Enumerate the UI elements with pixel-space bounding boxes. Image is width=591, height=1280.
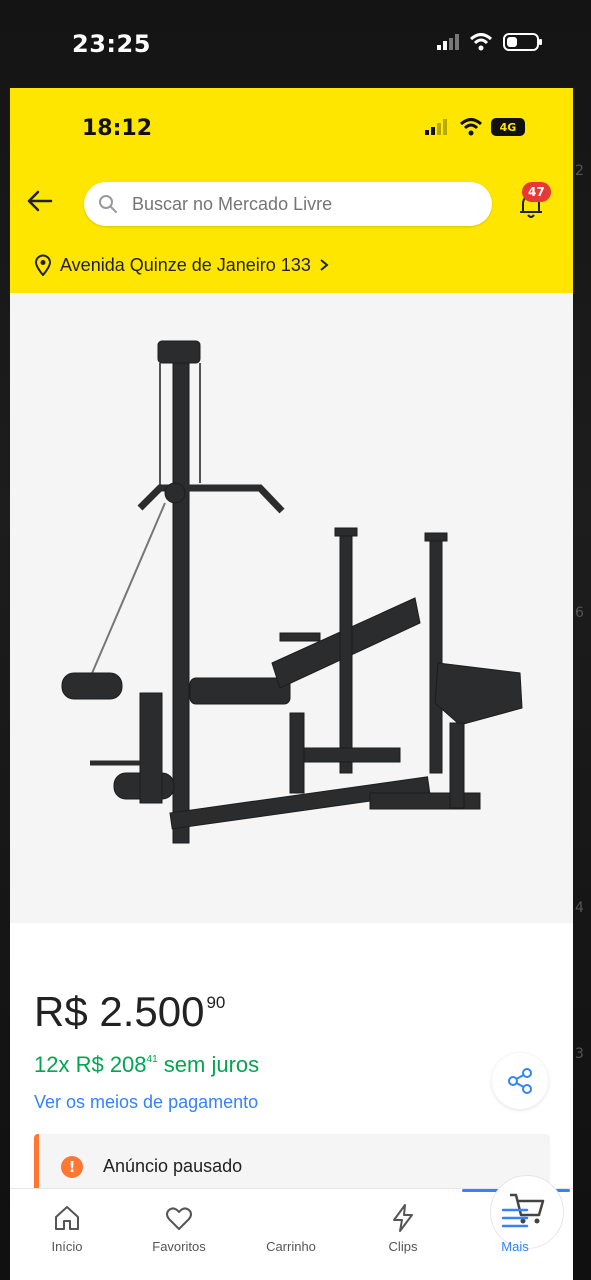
heart-icon bbox=[166, 1207, 192, 1230]
side-number: 4 bbox=[575, 900, 584, 916]
search-icon bbox=[99, 195, 117, 213]
bottom-tab-bar: Início Favoritos Carrinho Clips Mais bbox=[10, 1175, 573, 1280]
lightning-icon bbox=[393, 1204, 413, 1232]
installments: 12x R$ 208 41 sem juros bbox=[34, 1052, 259, 1078]
outer-clock: 23:25 bbox=[72, 30, 151, 58]
app-header: 18:12 4G 47 Avenida Quinze de bbox=[10, 88, 573, 293]
tab-favoritos[interactable]: Favoritos bbox=[134, 1203, 224, 1254]
delivery-address[interactable]: Avenida Quinze de Janeiro 133 bbox=[34, 254, 329, 276]
tab-label: Carrinho bbox=[266, 1239, 316, 1254]
outer-status-bar: 23:25 bbox=[0, 0, 591, 88]
paused-text: Anúncio pausado bbox=[103, 1156, 243, 1176]
price-main: R$ 2.500 bbox=[34, 988, 205, 1035]
product-image[interactable] bbox=[10, 293, 573, 1109]
share-icon bbox=[508, 1068, 532, 1094]
tab-label: Mais bbox=[501, 1239, 529, 1254]
chevron-right-icon bbox=[320, 259, 329, 271]
share-button[interactable] bbox=[492, 1053, 548, 1109]
inner-clock: 18:12 bbox=[82, 116, 153, 141]
address-text: Avenida Quinze de Janeiro 133 bbox=[60, 254, 311, 275]
side-number: 3 bbox=[575, 1046, 584, 1062]
weight-bench-image bbox=[61, 340, 523, 844]
battery-icon bbox=[503, 33, 542, 51]
notification-badge: 47 bbox=[522, 182, 551, 202]
tab-inicio[interactable]: Início bbox=[22, 1203, 112, 1254]
warning-icon: ! bbox=[61, 1156, 83, 1178]
wifi-icon bbox=[469, 33, 493, 51]
price-cents: 90 bbox=[206, 993, 226, 1012]
payment-methods-link[interactable]: Ver os meios de pagamento bbox=[34, 1092, 258, 1113]
app-screen: 18:12 4G 47 Avenida Quinze de bbox=[10, 88, 573, 1280]
battery-indicator: 4G bbox=[491, 118, 525, 136]
home-icon bbox=[55, 1206, 79, 1230]
location-pin-icon bbox=[34, 254, 52, 276]
wifi-icon bbox=[459, 118, 483, 136]
search-bar[interactable] bbox=[84, 182, 492, 226]
signal-icon bbox=[437, 34, 459, 50]
tab-label: Favoritos bbox=[152, 1239, 206, 1254]
tab-carrinho[interactable]: Carrinho bbox=[246, 1175, 564, 1254]
search-input[interactable] bbox=[132, 193, 472, 215]
installments-prefix: 12x R$ 208 bbox=[34, 1052, 147, 1077]
tab-label: Início bbox=[51, 1239, 83, 1254]
back-arrow-icon[interactable] bbox=[24, 186, 54, 216]
side-number: 6 bbox=[575, 605, 584, 621]
signal-icon bbox=[425, 119, 447, 135]
tab-label: Clips bbox=[388, 1239, 418, 1254]
tab-clips[interactable]: Clips bbox=[358, 1203, 448, 1254]
side-number: 2 bbox=[575, 163, 584, 179]
menu-icon bbox=[501, 1208, 529, 1228]
phone-screenshot: 23:25 2 6 4 3 18:12 4G Buscar no Mercado… bbox=[0, 0, 591, 1280]
inner-status-icons: 4G bbox=[425, 118, 525, 136]
tab-mais[interactable]: Mais bbox=[470, 1203, 560, 1254]
product-price: R$ 2.500 90 bbox=[34, 988, 225, 1036]
outer-status-icons bbox=[437, 32, 543, 52]
installments-suffix: sem juros bbox=[157, 1052, 260, 1077]
installments-cents: 41 bbox=[146, 1054, 158, 1065]
